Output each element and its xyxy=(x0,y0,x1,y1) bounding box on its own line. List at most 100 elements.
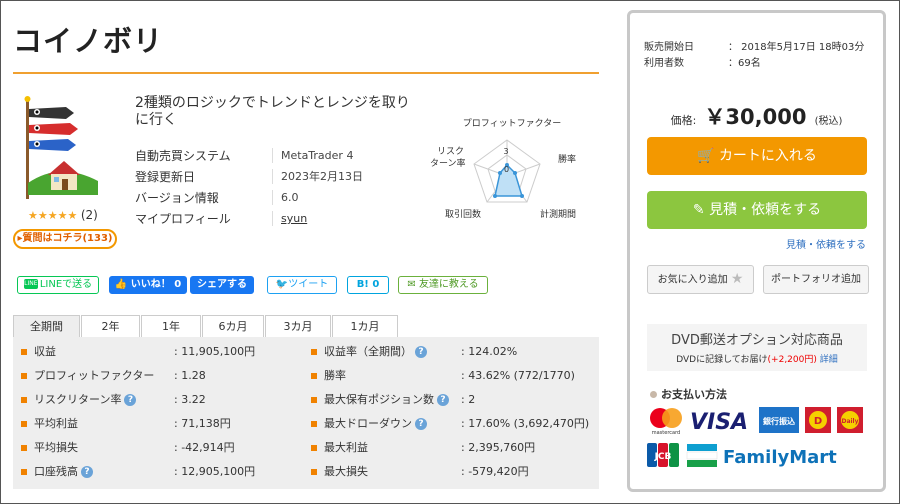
tab-3-months[interactable]: 3カ月 xyxy=(265,315,331,337)
stat-value: : 43.62% (772/1770) xyxy=(461,369,575,382)
user-count-value: ：69名 xyxy=(728,58,761,69)
svg-text:銀行振込: 銀行振込 xyxy=(762,416,795,426)
facebook-share-button[interactable]: シェアする xyxy=(190,276,254,294)
stat-row-avg-loss: 平均損失 : -42,914円 xyxy=(21,436,311,460)
svg-text:JCB: JCB xyxy=(654,452,672,462)
payment-logos-row-2: JCB FamilyMart xyxy=(647,443,837,468)
help-icon[interactable]: ? xyxy=(415,418,427,430)
svg-text:mastercard: mastercard xyxy=(652,430,680,436)
product-description: 2種類のロジックでトレンドとレンジを取りに行く xyxy=(135,95,410,128)
tab-1-year[interactable]: 1年 xyxy=(141,315,201,337)
daily-yamazaki-logo-2: Daily xyxy=(837,407,863,433)
add-portfolio-button[interactable]: ポートフォリオ追加 xyxy=(763,265,869,294)
tab-all-period[interactable]: 全期間 xyxy=(13,315,80,337)
stat-key: 最大保有ポジション数? xyxy=(324,388,449,412)
stat-value: : 71,138円 xyxy=(174,417,231,430)
radar-label-pf: プロフィットファクター xyxy=(463,118,561,129)
mastercard-logo: mastercard xyxy=(650,408,682,436)
radar-label-risk-2: ターン率 xyxy=(430,157,466,169)
stat-key: リスクリターン率? xyxy=(34,388,137,412)
daily-yamazaki-logo-1: D xyxy=(805,407,831,433)
info-key: 自動売買システム xyxy=(135,149,231,163)
help-icon[interactable]: ? xyxy=(124,394,137,406)
radar-label-risk-1: リスク xyxy=(437,146,464,157)
add-favorite-button[interactable]: お気に入り追加 ★ xyxy=(647,265,754,294)
stat-key: 平均利益 xyxy=(34,417,78,430)
stat-value: : 2 xyxy=(461,393,476,406)
user-count: 利用者数 ：69名 xyxy=(644,54,761,69)
title-divider xyxy=(13,72,599,74)
radar-label-period: 計測期間 xyxy=(540,208,576,220)
period-tabs: 全期間 2年 1年 6カ月 3カ月 1カ月 xyxy=(13,315,399,337)
add-to-cart-label: カートに入れる xyxy=(718,148,817,164)
stat-value: : -579,420円 xyxy=(461,465,529,478)
bullet-icon xyxy=(21,397,27,403)
stat-key-label: 最大ドローダウン xyxy=(324,417,412,430)
tell-friend-label: 友達に教える xyxy=(418,279,479,290)
hatena-bookmark-button[interactable]: B! 0 xyxy=(347,276,389,294)
page-title: コイノボリ xyxy=(13,24,164,58)
bullet-icon xyxy=(21,349,27,355)
profile-link[interactable]: syun xyxy=(272,211,307,226)
visa-logo: VISA xyxy=(690,410,748,435)
line-icon: LINE xyxy=(23,279,38,289)
stat-row-max-loss: 最大損失 : -579,420円 xyxy=(311,460,596,484)
help-icon[interactable]: ? xyxy=(81,466,93,478)
stats-panel: 収益 : 11,905,100円 プロフィットファクター : 1.28 リスクリ… xyxy=(13,337,599,489)
stat-key-label: 口座残高 xyxy=(34,465,78,478)
stat-row-return-rate: 収益率（全期間）? : 124.02% xyxy=(311,340,596,364)
stat-key-label: リスクリターン率 xyxy=(34,393,122,406)
help-icon[interactable]: ? xyxy=(437,394,449,406)
rating-stars: ★★★★★ (2) xyxy=(28,208,98,222)
add-to-cart-button[interactable]: 🛒 カートに入れる xyxy=(647,137,867,175)
tab-2-years[interactable]: 2年 xyxy=(81,315,140,337)
purchase-panel: 販売開始日 ： 2018年5月17日 18時03分 利用者数 ：69名 価格: … xyxy=(627,10,886,492)
tell-friend-button[interactable]: ✉ 友達に教える xyxy=(398,276,488,294)
star-icons: ★★★★★ xyxy=(28,209,78,222)
payment-logos-row-1: mastercard VISA 銀行振込 D Daily xyxy=(650,407,863,436)
dvd-detail-link[interactable]: 詳細 xyxy=(820,355,838,365)
stat-key: 最大利益 xyxy=(324,441,368,454)
jcb-logo: JCB xyxy=(647,443,679,467)
stat-row-profit: 収益 : 11,905,100円 xyxy=(21,340,311,364)
bullet-icon xyxy=(311,349,317,355)
stat-value: : 17.60% (3,692,470円) xyxy=(461,417,590,430)
sale-start-label: 販売開始日 xyxy=(644,42,694,53)
stat-key-label: 最大保有ポジション数 xyxy=(324,393,434,406)
bullet-icon xyxy=(21,445,27,451)
tab-1-month[interactable]: 1カ月 xyxy=(332,315,398,337)
estimate-label: 見積・依頼をする xyxy=(709,202,822,218)
help-icon[interactable]: ? xyxy=(415,346,427,358)
line-share-button[interactable]: LINE LINEで送る xyxy=(17,276,99,294)
tab-6-months[interactable]: 6カ月 xyxy=(202,315,264,337)
line-share-label: LINEで送る xyxy=(39,279,93,290)
facebook-like-button[interactable]: 👍 いいね！ 0 xyxy=(109,276,187,294)
info-value: 2023年2月13日 xyxy=(272,169,363,184)
bullet-icon xyxy=(311,469,317,475)
info-row: バージョン情報 6.0 xyxy=(135,187,425,208)
thumbs-up-icon: 👍 xyxy=(114,279,128,290)
stat-key: 勝率 xyxy=(324,369,346,382)
estimate-link[interactable]: 見積・依頼をする xyxy=(786,236,866,251)
familymart-logo: FamilyMart xyxy=(686,444,837,468)
stat-row-avg-profit: 平均利益 : 71,138円 xyxy=(21,412,311,436)
tweet-button[interactable]: 🐦ツイート xyxy=(267,276,337,294)
estimate-button[interactable]: ✎ 見積・依頼をする xyxy=(647,191,867,229)
info-row: 登録更新日 2023年2月13日 xyxy=(135,166,425,187)
qa-button[interactable]: ▸質問はコチラ(133) xyxy=(13,229,117,249)
stat-key-label: 収益率（全期間） xyxy=(324,345,412,358)
stat-key: 収益率（全期間）? xyxy=(324,340,427,364)
radar-chart: 3 0 プロフィットファクター 勝率 計測期間 取引回数 リスク ターン率 xyxy=(430,118,576,220)
radar-label-win: 勝率 xyxy=(558,153,576,165)
price-label: 価格: xyxy=(670,114,697,127)
add-favorite-label: お気に入り追加 xyxy=(657,274,728,286)
stat-value: : 11,905,100円 xyxy=(174,345,256,358)
twitter-bird-icon: 🐦 xyxy=(275,279,289,290)
star-icon: ★ xyxy=(730,271,744,287)
dvd-price: (+2,200円) xyxy=(767,355,817,365)
dvd-note: DVDに記録してお届け(+2,200円) 詳細 xyxy=(647,352,867,365)
price-value: ￥30,000 xyxy=(704,105,807,129)
pencil-icon: ✎ xyxy=(692,202,705,218)
payment-title-label: お支払い方法 xyxy=(661,388,727,401)
bullet-dot-icon xyxy=(650,391,657,398)
